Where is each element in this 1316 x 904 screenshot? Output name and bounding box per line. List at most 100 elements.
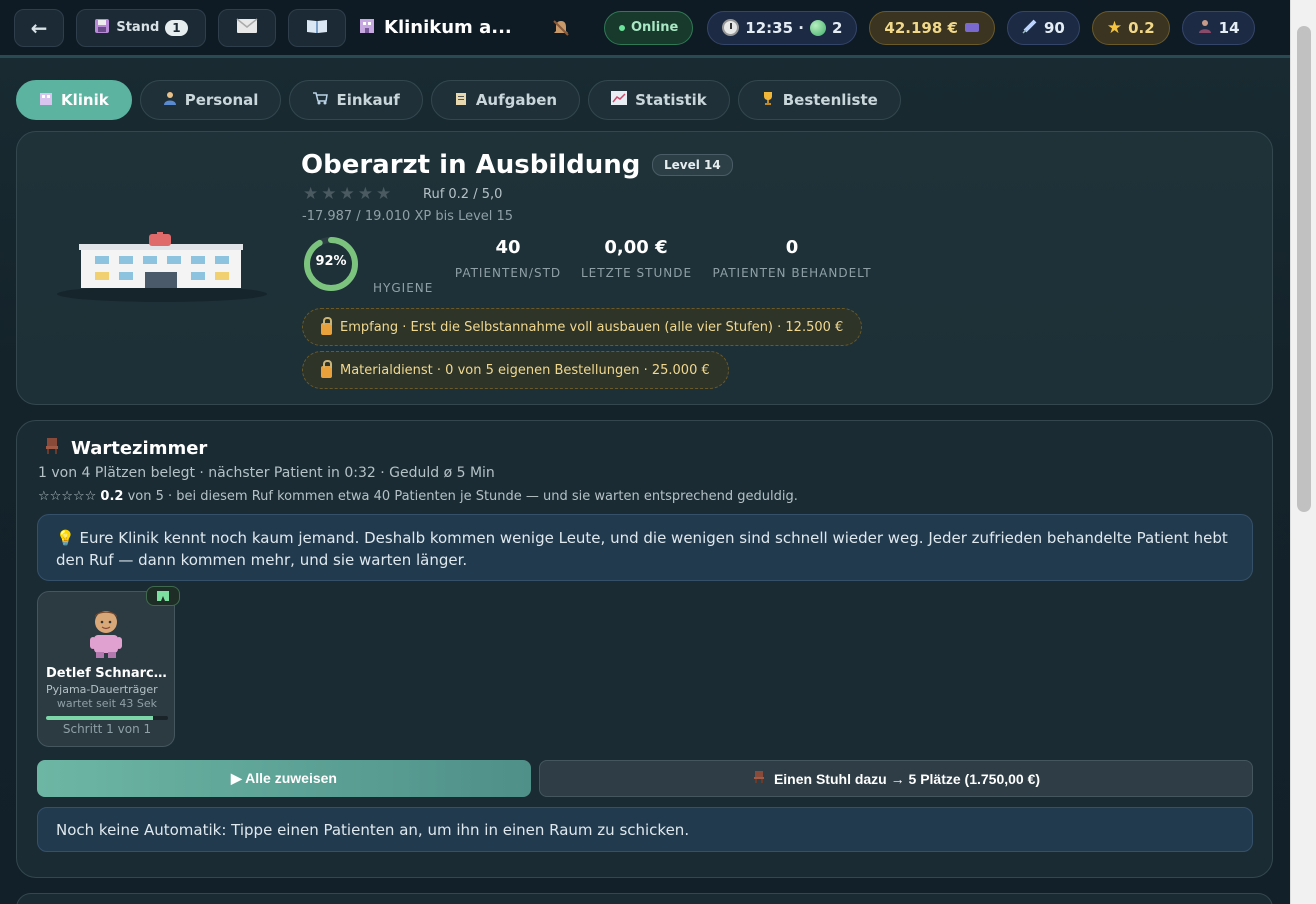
page-scrollbar[interactable]: [1290, 0, 1316, 904]
tab-einkauf[interactable]: Einkauf: [289, 80, 423, 120]
clinic-overview-panel: Oberarzt in Ausbildung Level 14 ★★★★★ Ru…: [16, 131, 1273, 405]
tab-label: Bestenliste: [782, 91, 878, 109]
hospital-building-icon: [57, 232, 267, 322]
chair-icon: [43, 437, 61, 460]
add-chair-button[interactable]: Einen Stuhl dazu → 5 Plätze (1.750,00 €): [539, 760, 1253, 797]
patient-name: Detlef Schnarchbeck: [46, 666, 170, 681]
patient-avatar: [84, 608, 128, 660]
syringe-count: 90: [1043, 18, 1065, 37]
patient-step: Schritt 1 von 1: [62, 722, 152, 736]
assign-all-label: ▶ Alle zuweisen: [231, 770, 337, 786]
cart-icon: [312, 91, 329, 109]
online-label: Online: [631, 20, 679, 35]
save-count-badge: 1: [165, 19, 188, 36]
wallet-icon: [964, 19, 980, 37]
stat-label: PATIENTEN BEHANDELT: [712, 266, 872, 280]
clinic-name: Klinikum a...: [384, 17, 512, 38]
tab-label: Aufgaben: [475, 91, 558, 109]
rating-value: 0.2: [1128, 18, 1155, 37]
tab-label: Statistik: [635, 91, 707, 109]
waiting-room-title: Wartezimmer: [71, 438, 208, 459]
status-dot-icon: [619, 24, 625, 31]
patient-description: Pyjama-Dauerträger: [46, 683, 158, 696]
hospital-icon: [39, 91, 53, 109]
clipboard-icon: [454, 91, 468, 109]
stat-label: LETZTE STUNDE: [581, 266, 693, 280]
automation-info: Noch keine Automatik: Tippe einen Patien…: [37, 807, 1253, 852]
tab-label: Klinik: [61, 91, 109, 109]
top-bar: ← Stand 1 Klinikum a... Online 12:35 · 2: [0, 0, 1290, 58]
tip-text: Eure Klinik kennt noch kaum jemand. Desh…: [56, 529, 1228, 569]
gem-icon: [809, 19, 826, 36]
rating-value: 0.2: [100, 489, 124, 504]
time-gems-display[interactable]: 12:35 · 2: [707, 10, 858, 45]
star-icon: ★: [1106, 17, 1123, 38]
tab-label: Einkauf: [336, 91, 400, 109]
save-button[interactable]: Stand 1: [76, 8, 206, 47]
next-panel: [16, 893, 1273, 904]
money-display[interactable]: 42.198 €: [869, 10, 995, 45]
mail-button[interactable]: [218, 8, 276, 47]
stat-value: 0,00 €: [604, 237, 668, 258]
lock-icon: [321, 359, 332, 378]
arrow-left-icon: ←: [30, 15, 48, 40]
add-chair-label: Einen Stuhl dazu → 5 Plätze (1.750,00 €): [773, 770, 1041, 787]
hygiene-percent: 92%: [315, 254, 347, 269]
reputation-text: Ruf 0.2 / 5,0: [423, 187, 503, 202]
scrollbar-thumb[interactable]: [1297, 26, 1311, 512]
syringe-display[interactable]: 90: [1006, 10, 1080, 45]
pajama-tag-icon: [146, 586, 180, 606]
clinic-title: Klinikum a...: [358, 16, 534, 39]
staff-display[interactable]: 14: [1181, 10, 1255, 45]
book-button[interactable]: [288, 8, 346, 47]
tab-klinik[interactable]: Klinik: [16, 80, 132, 120]
stat-label: PATIENTEN/STD: [454, 266, 562, 280]
main-tabs: Klinik Personal Einkauf Aufgaben Statist…: [16, 80, 901, 120]
locked-reception[interactable]: Empfang · Erst die Selbstannahme voll au…: [302, 308, 863, 346]
stat-value: 40: [495, 237, 521, 258]
clock-icon: [722, 19, 740, 36]
tab-bestenliste[interactable]: Bestenliste: [737, 80, 901, 120]
patient-card[interactable]: Detlef Schnarchbeck Pyjama-Dauerträger w…: [37, 586, 180, 747]
patient-patience-bar: [46, 716, 168, 720]
locked-material-service[interactable]: Materialdienst · 0 von 5 eigenen Bestell…: [302, 351, 729, 389]
tab-label: Personal: [184, 91, 259, 109]
open-book-icon: [306, 18, 328, 38]
assign-all-button[interactable]: ▶ Alle zuweisen: [37, 760, 531, 797]
syringe-icon: [1022, 18, 1038, 38]
rank-title: Oberarzt in Ausbildung: [301, 150, 641, 180]
online-status: Online: [604, 10, 694, 45]
trophy-icon: [761, 91, 775, 109]
stat-patients-per-hour: 40 PATIENTEN/STD: [453, 237, 563, 280]
lock-icon: [321, 316, 332, 335]
xp-text: -17.987 / 19.010 XP bis Level 15: [302, 209, 514, 224]
waiting-room-header: Wartezimmer: [43, 437, 207, 460]
hospital-icon: [358, 16, 376, 39]
rating-text: von 5 · bei diesem Ruf kommen etwa 40 Pa…: [127, 489, 798, 504]
tab-personal[interactable]: Personal: [139, 80, 282, 120]
rating-display[interactable]: ★ 0.2: [1091, 10, 1170, 45]
waiting-room-panel: Wartezimmer 1 von 4 Plätzen belegt · näc…: [16, 420, 1273, 878]
stat-value: 0: [785, 237, 799, 258]
rating-stars: ☆☆☆☆☆: [38, 489, 97, 504]
mute-bell-icon[interactable]: [546, 18, 576, 38]
lightbulb-icon: 💡: [56, 529, 75, 547]
tip-box: 💡 Eure Klinik kennt noch kaum jemand. De…: [37, 514, 1253, 581]
chart-icon: [611, 91, 628, 109]
level-badge: Level 14: [652, 154, 733, 176]
envelope-icon: [236, 17, 258, 38]
stat-last-hour: 0,00 € LETZTE STUNDE: [581, 237, 691, 280]
patient-wait-time: wartet seit 43 Sek: [56, 697, 158, 710]
automation-info-text: Noch keine Automatik: Tippe einen Patien…: [56, 820, 690, 839]
waiting-room-status: 1 von 4 Plätzen belegt · nächster Patien…: [38, 465, 495, 481]
floppy-disk-icon: [94, 18, 110, 38]
tab-statistik[interactable]: Statistik: [588, 80, 730, 120]
back-button[interactable]: ←: [14, 8, 64, 47]
lock-text: Materialdienst · 0 von 5 eigenen Bestell…: [340, 362, 710, 378]
save-label: Stand: [116, 20, 160, 35]
gem-count: 2: [831, 18, 843, 37]
lock-text: Empfang · Erst die Selbstannahme voll au…: [340, 319, 844, 335]
staff-count: 14: [1218, 18, 1240, 37]
hygiene-label: HYGIENE: [373, 281, 434, 295]
tab-aufgaben[interactable]: Aufgaben: [430, 80, 581, 120]
